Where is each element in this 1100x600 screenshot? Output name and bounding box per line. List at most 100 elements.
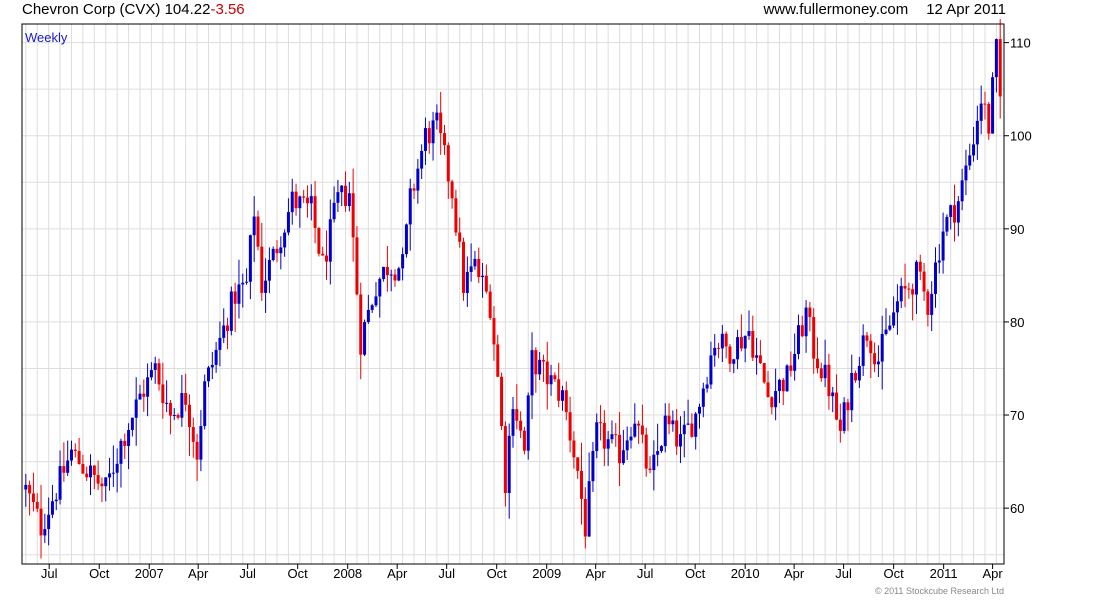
candle <box>481 263 485 298</box>
candle <box>85 466 89 481</box>
candle <box>260 222 264 301</box>
candle <box>994 38 998 93</box>
x-tick-label: Jul <box>438 566 455 581</box>
x-tick-label: Oct <box>685 566 706 581</box>
candle <box>309 184 313 221</box>
candle <box>370 303 374 313</box>
candle <box>138 384 142 400</box>
candle <box>983 91 987 120</box>
candlestick-chart: Weekly 60 70 80 90 100 110 Jul Oct 2007 Apr Jul Oc… <box>21 19 1032 581</box>
candle <box>462 237 466 301</box>
candle <box>690 413 694 438</box>
candle <box>165 380 169 413</box>
candle <box>720 325 724 363</box>
candle <box>580 442 584 525</box>
candle <box>111 445 115 487</box>
candle <box>267 247 271 294</box>
y-tick-label: 110 <box>1010 36 1031 51</box>
candle <box>968 143 972 171</box>
candle <box>975 105 979 160</box>
candle <box>275 240 279 263</box>
candle <box>663 403 667 453</box>
x-tick-label: Apr <box>188 566 209 581</box>
candle <box>77 437 81 465</box>
candle <box>637 420 641 444</box>
candle <box>850 354 854 423</box>
candle <box>667 403 671 435</box>
candle <box>264 258 268 313</box>
candle <box>835 374 839 421</box>
candle <box>416 158 420 204</box>
candle <box>625 426 629 460</box>
candle <box>294 183 298 216</box>
candle <box>127 423 131 470</box>
candle <box>576 457 580 479</box>
copyright-notice: © 2011 Stockcube Research Ltd <box>874 586 1004 596</box>
candle <box>465 256 469 307</box>
candle <box>911 283 915 321</box>
candle <box>686 399 690 426</box>
candle <box>408 178 412 251</box>
candle <box>933 247 937 308</box>
y-tick-label: 60 <box>1010 501 1024 516</box>
candle <box>633 403 637 438</box>
candle <box>907 282 911 299</box>
candle <box>96 460 100 490</box>
candle <box>755 337 759 375</box>
plot-frame <box>21 23 1005 565</box>
x-tick-label: Apr <box>982 566 1003 581</box>
candle <box>382 266 386 282</box>
candle <box>526 392 530 460</box>
candle <box>724 331 728 359</box>
candle <box>777 378 781 403</box>
candle <box>54 493 58 511</box>
candle <box>922 262 926 301</box>
candle <box>233 282 237 333</box>
candle <box>149 362 153 381</box>
candle <box>397 266 401 282</box>
candle <box>153 356 157 384</box>
candle <box>172 408 176 421</box>
period-label: Weekly <box>25 30 68 45</box>
candle <box>184 373 188 412</box>
candle <box>324 230 328 280</box>
candle <box>366 294 370 324</box>
candle <box>500 372 504 431</box>
candle <box>998 19 1002 119</box>
candle <box>678 416 682 464</box>
candle <box>937 244 941 274</box>
x-tick-label: Jul <box>835 566 852 581</box>
candle <box>473 250 477 270</box>
candle <box>484 264 488 294</box>
x-tick-label: Apr <box>586 566 607 581</box>
candle <box>553 372 557 382</box>
candle <box>987 102 991 140</box>
candle <box>168 400 172 435</box>
candle <box>313 181 317 244</box>
candle <box>180 374 184 427</box>
candle <box>545 341 549 410</box>
candle <box>800 315 804 338</box>
candle <box>393 269 397 287</box>
candle <box>404 223 408 258</box>
candle <box>35 493 39 513</box>
candle <box>81 454 85 474</box>
candle <box>583 487 587 549</box>
candle <box>743 335 747 363</box>
candle <box>557 362 561 408</box>
x-tick-label: Oct <box>89 566 110 581</box>
candle <box>857 356 861 388</box>
candle <box>104 477 108 502</box>
candle <box>492 306 496 361</box>
candle <box>229 286 233 336</box>
candle <box>283 229 287 257</box>
candle <box>804 300 808 353</box>
candle <box>503 421 507 507</box>
candle <box>899 277 903 309</box>
candle <box>572 431 576 469</box>
candle <box>842 397 846 434</box>
candle <box>347 181 351 212</box>
candle <box>648 456 652 474</box>
candle <box>58 450 62 505</box>
candle <box>279 236 283 270</box>
